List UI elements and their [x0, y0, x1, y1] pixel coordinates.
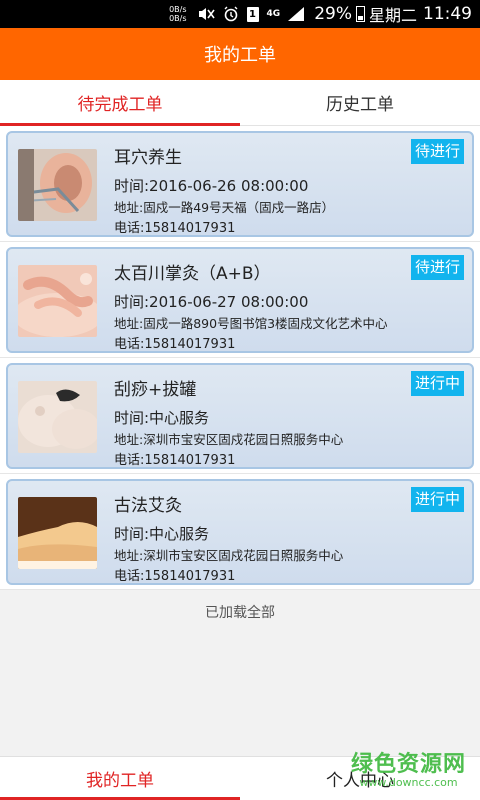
order-time: 时间:2016-06-26 08:00:00	[114, 177, 309, 195]
order-time: 时间:中心服务	[114, 409, 210, 427]
order-list: 耳穴养生 待进行 时间:2016-06-26 08:00:00 地址:固戍一路4…	[0, 126, 480, 622]
sim-icon: 1	[246, 6, 259, 22]
tab-pending-orders[interactable]: 待完成工单	[0, 80, 240, 126]
list-item[interactable]: 刮痧+拔罐 进行中 时间:中心服务 地址:深圳市宝安区固戍花园日照服务中心 电话…	[0, 358, 480, 474]
order-time: 时间:中心服务	[114, 525, 210, 543]
status-badge[interactable]: 待进行	[410, 255, 464, 280]
nav-my-orders[interactable]: 我的工单	[0, 757, 240, 800]
bottom-nav: 我的工单 个人中心	[0, 756, 480, 800]
order-title: 耳穴养生	[114, 148, 182, 168]
load-complete-text: 已加载全部	[205, 605, 275, 621]
list-item[interactable]: 古法艾灸 进行中 时间:中心服务 地址:深圳市宝安区固戍花园日照服务中心 电话:…	[0, 474, 480, 590]
order-time: 时间:2016-06-27 08:00:00	[114, 293, 309, 311]
order-phone: 电话:15814017931	[114, 337, 236, 352]
palm-moxibustion-image	[18, 265, 97, 337]
order-phone: 电话:15814017931	[114, 569, 236, 584]
ear-acupuncture-image	[18, 149, 97, 221]
battery-icon	[355, 6, 365, 22]
order-title: 刮痧+拔罐	[114, 380, 197, 400]
page-title: 我的工单	[0, 28, 480, 80]
order-address: 地址:固戍一路49号天福（固戍一路店）	[114, 200, 335, 215]
order-address: 地址:固戍一路890号图书馆3楼固戍文化艺术中心	[114, 316, 388, 331]
order-phone: 电话:15814017931	[114, 453, 236, 468]
battery-percent: 29%	[314, 4, 352, 24]
status-badge[interactable]: 进行中	[410, 371, 464, 396]
ancient-moxibustion-image	[18, 497, 97, 569]
status-time: 11:49	[423, 4, 472, 24]
status-bar: 0B/s 0B/s 1 4G 29% 星期二 11:49	[0, 0, 480, 28]
network-speed: 0B/s 0B/s	[169, 5, 187, 23]
order-title: 太百川掌灸（A+B）	[114, 264, 271, 284]
alarm-icon	[223, 6, 239, 22]
status-day: 星期二	[368, 6, 417, 25]
list-item[interactable]: 耳穴养生 待进行 时间:2016-06-26 08:00:00 地址:固戍一路4…	[0, 126, 480, 242]
status-badge[interactable]: 待进行	[410, 139, 464, 164]
order-card[interactable]: 太百川掌灸（A+B） 待进行 时间:2016-06-27 08:00:00 地址…	[6, 247, 474, 353]
order-phone: 电话:15814017931	[114, 221, 236, 236]
order-card[interactable]: 刮痧+拔罐 进行中 时间:中心服务 地址:深圳市宝安区固戍花园日照服务中心 电话…	[6, 363, 474, 469]
order-address: 地址:深圳市宝安区固戍花园日照服务中心	[114, 548, 344, 563]
nav-personal-center[interactable]: 个人中心	[240, 757, 480, 800]
scraping-cupping-image	[18, 381, 97, 453]
status-badge[interactable]: 进行中	[410, 487, 464, 512]
order-tabs: 待完成工单 历史工单	[0, 80, 480, 126]
mute-icon	[197, 6, 215, 22]
signal-icon	[288, 7, 305, 21]
order-address: 地址:深圳市宝安区固戍花园日照服务中心	[114, 432, 344, 447]
order-card[interactable]: 耳穴养生 待进行 时间:2016-06-26 08:00:00 地址:固戍一路4…	[6, 131, 474, 237]
tab-history-orders[interactable]: 历史工单	[240, 80, 480, 125]
list-item[interactable]: 太百川掌灸（A+B） 待进行 时间:2016-06-27 08:00:00 地址…	[0, 242, 480, 358]
order-title: 古法艾灸	[114, 496, 182, 516]
network-type: 4G	[266, 8, 281, 19]
order-card[interactable]: 古法艾灸 进行中 时间:中心服务 地址:深圳市宝安区固戍花园日照服务中心 电话:…	[6, 479, 474, 585]
